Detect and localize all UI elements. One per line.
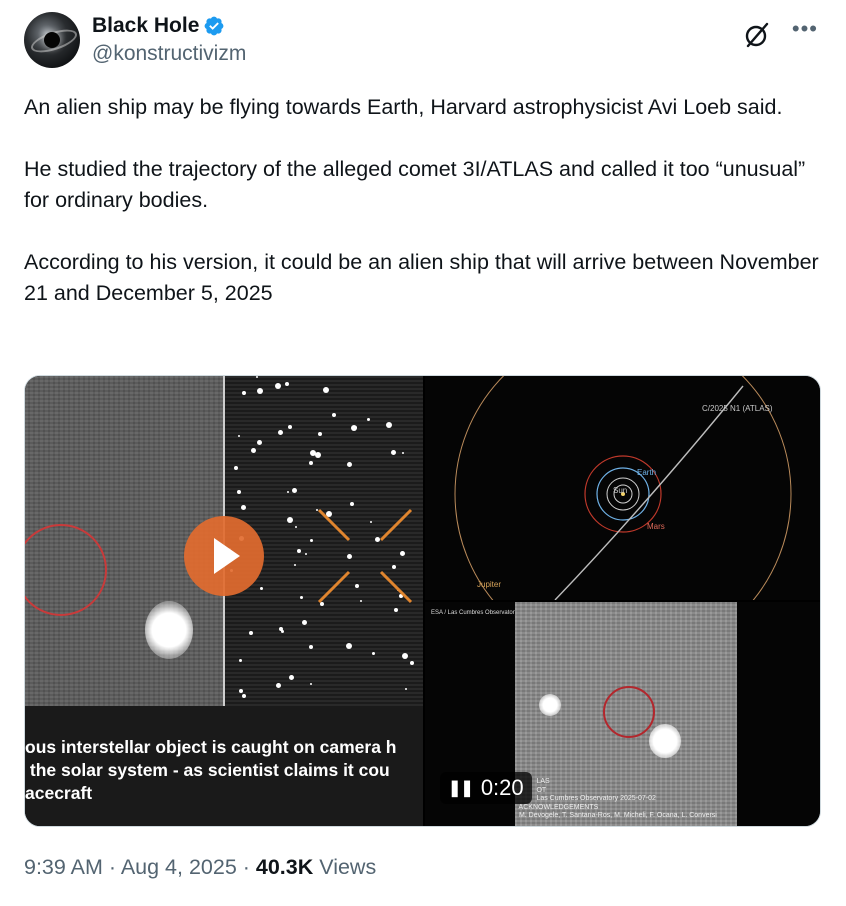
comet-label: C/2025 N1 (ATLAS) [702,404,773,413]
star [242,694,246,698]
star [372,652,375,655]
meta-separator: · [102,855,121,879]
star [332,413,336,417]
star [405,688,407,690]
bright-object [145,601,193,659]
orbit-image[interactable]: C/2025 N1 (ATLAS) Earth Sun Mars Jupiter [425,376,820,600]
star [351,425,357,431]
tweet-meta: 9:39 AM · Aug 4, 2025 · 40.3K Views [24,855,376,880]
star [323,387,329,393]
star [289,675,294,680]
star [300,596,303,599]
jupiter-label: Jupiter [477,580,502,589]
star [287,517,293,523]
star [251,448,256,453]
views-count[interactable]: 40.3K [256,855,313,879]
star [241,505,246,510]
star [346,643,352,649]
star [367,418,370,421]
tweet-date[interactable]: Aug 4, 2025 [121,855,237,879]
star [309,645,313,649]
video-time: 0:20 [480,775,524,800]
star [318,432,322,436]
star [288,425,292,429]
star [305,553,307,555]
author-handle[interactable]: @konstructivizm [92,42,246,66]
tweet-text: An alien ship may be flying towards Eart… [24,95,819,305]
video-controls[interactable]: ❚❚ 0:20 [440,772,532,804]
play-icon[interactable] [184,516,264,596]
telescope-star [539,694,561,716]
crosshair-marker [317,508,413,604]
author-name[interactable]: Black Hole [92,14,199,38]
image-credits: LAS OT Las Cumbres Observatory 2025-07-0… [518,778,717,819]
star [278,430,283,435]
star [315,452,321,458]
star [249,631,253,635]
sun-label: Sun [613,486,628,495]
star [238,435,240,437]
tweet-time[interactable]: 9:39 AM [24,855,103,879]
more-horizontal-icon[interactable]: ••• [792,16,818,42]
slashed-circle-icon[interactable] [742,20,772,50]
star [402,452,404,454]
avatar[interactable] [24,12,80,68]
star [276,683,281,688]
telescope-star [649,724,681,758]
star [297,549,301,553]
star [347,462,352,467]
star [295,526,297,528]
star [234,466,238,470]
name-row: Black Hole [92,14,225,38]
star [294,564,296,566]
star [239,659,242,662]
star [260,587,263,590]
comet-highlight-ring [603,686,655,738]
pause-icon[interactable]: ❚❚ [448,778,474,798]
views-label: Views [313,855,377,879]
star [242,391,246,395]
star [239,689,243,693]
star [386,422,392,428]
star [309,461,313,465]
star [391,450,396,455]
video-caption: ous interstellar object is caught on cam… [25,737,397,803]
star [402,653,408,659]
video-thumbnail[interactable]: ous interstellar object is caught on cam… [25,376,423,826]
verified-badge-icon [204,16,224,36]
star [394,608,398,612]
media-grid[interactable]: ous interstellar object is caught on cam… [24,375,821,827]
star [275,383,281,389]
star [237,490,241,494]
star [257,388,263,394]
star [310,683,312,685]
earth-label: Earth [637,468,657,477]
star [310,539,313,542]
mars-label: Mars [647,522,665,531]
star [281,630,284,633]
star [285,382,289,386]
observatory-label: ESA / Las Cumbres Observatory [431,610,518,616]
star [256,376,258,378]
star [287,491,289,493]
tweet-header: Black Hole @konstructivizm ••• [24,12,824,72]
meta-separator: · [236,855,256,879]
star [292,488,297,493]
star [257,440,262,445]
avatar-black-hole [44,32,60,48]
star [302,620,307,625]
star [410,661,414,665]
